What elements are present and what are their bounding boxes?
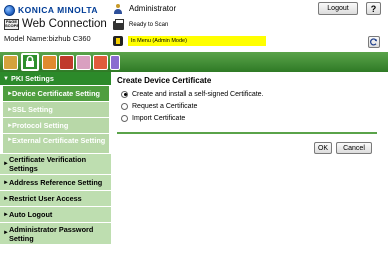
konica-minolta-logo: KONICA MINOLTA	[4, 4, 98, 16]
arrow-right-icon: ►	[3, 195, 9, 202]
arrow-right-icon: ►	[7, 106, 13, 113]
sidebar-item-certificate-verification[interactable]: ► Certificate Verification Settings	[0, 153, 111, 174]
arrow-right-icon: ►	[7, 122, 13, 129]
cancel-button[interactable]: Cancel	[336, 142, 372, 154]
sidebar-item-label: Address Reference Setting	[9, 178, 103, 187]
sidebar-item-external-certificate[interactable]: ► External Certificate Setting	[3, 133, 109, 153]
divider	[117, 132, 377, 134]
sidebar-item-label: SSL Setting	[12, 105, 53, 114]
radio-button-checked[interactable]	[121, 90, 128, 98]
sidebar-item-admin-password[interactable]: ► Administrator Password Setting	[0, 222, 111, 244]
mode-status: In Menu (Admin Mode)	[113, 35, 266, 47]
security-icon[interactable]	[21, 53, 39, 71]
scanner-status: Ready to Scan	[113, 18, 169, 31]
globe-logo-icon	[4, 4, 15, 16]
scanner-status-text: Ready to Scan	[129, 22, 169, 28]
sidebar-item-ssl[interactable]: ► SSL Setting	[3, 101, 109, 117]
user-info: Administrator	[113, 3, 176, 14]
sidebar-item-label: Certificate Verification Settings	[9, 155, 87, 173]
maintenance-icon[interactable]	[3, 55, 18, 70]
refresh-icon	[370, 38, 378, 46]
option-label: Create and install a self-signed Certifi…	[132, 90, 264, 98]
sidebar-item-restrict-user-access[interactable]: ► Restrict User Access	[0, 190, 111, 206]
lock-icon	[26, 55, 34, 67]
sidebar-item-pki-settings[interactable]: ▼ PKI Settings	[0, 72, 111, 85]
user-auth-icon[interactable]	[42, 55, 57, 70]
sidebar-item-label: PKI Settings	[10, 74, 54, 83]
option-import-certificate[interactable]: Import Certificate	[121, 113, 185, 123]
radio-button[interactable]	[121, 102, 128, 110]
arrow-right-icon: ►	[3, 230, 9, 236]
option-label: Import Certificate	[132, 114, 186, 122]
option-request-certificate[interactable]: Request a Certificate	[121, 101, 197, 111]
sidebar-item-address-reference[interactable]: ► Address Reference Setting	[0, 174, 111, 190]
user-icon	[113, 3, 123, 14]
arrow-right-icon: ►	[3, 179, 9, 186]
refresh-button[interactable]	[368, 36, 380, 48]
sidebar-item-device-certificate[interactable]: ► Device Certificate Setting	[3, 85, 109, 101]
mode-status-text: In Menu (Admin Mode)	[128, 36, 266, 46]
arrow-right-icon: ►	[3, 211, 9, 218]
sidebar-item-label: Auto Logout	[9, 210, 53, 219]
sidebar-item-label: External Certificate Setting	[12, 136, 106, 145]
model-name: Model Name:bizhub C360	[4, 34, 91, 43]
sidebar-item-label: Protocol Setting	[12, 121, 69, 130]
arrow-right-icon: ►	[7, 90, 13, 97]
product-name: Web Connection	[22, 18, 107, 30]
menu-mode-icon	[113, 36, 123, 46]
store-address-icon[interactable]	[110, 55, 120, 70]
box-icon[interactable]	[76, 55, 91, 70]
network-icon[interactable]	[59, 55, 74, 70]
option-label: Request a Certificate	[132, 102, 198, 110]
print-setting-icon[interactable]	[93, 55, 108, 70]
scanner-icon	[113, 18, 124, 30]
sidebar-item-auto-logout[interactable]: ► Auto Logout	[0, 206, 111, 222]
sidebar-item-label: Administrator Password Setting	[9, 224, 94, 243]
sidebar-item-protocol[interactable]: ► Protocol Setting	[3, 117, 109, 133]
radio-button[interactable]	[121, 114, 128, 122]
option-self-signed[interactable]: Create and install a self-signed Certifi…	[121, 89, 264, 99]
arrow-right-icon: ►	[7, 137, 13, 143]
pagescope-badge: PAGE SCOPE	[4, 18, 20, 30]
logout-button[interactable]: Logout	[318, 2, 358, 15]
product-logo: PAGE SCOPE Web Connection	[4, 17, 107, 31]
sidebar-item-label: Restrict User Access	[9, 194, 82, 203]
expanded-arrow-icon: ▼	[3, 75, 9, 82]
company-name: KONICA MINOLTA	[18, 5, 99, 15]
ok-button[interactable]: OK	[314, 142, 332, 154]
help-button[interactable]: ?	[366, 2, 381, 15]
sidebar-item-label: Device Certificate Setting	[12, 89, 100, 98]
user-name: Administrator	[129, 4, 177, 13]
page-title: Create Device Certificate	[117, 76, 212, 85]
arrow-right-icon: ►	[3, 160, 9, 167]
